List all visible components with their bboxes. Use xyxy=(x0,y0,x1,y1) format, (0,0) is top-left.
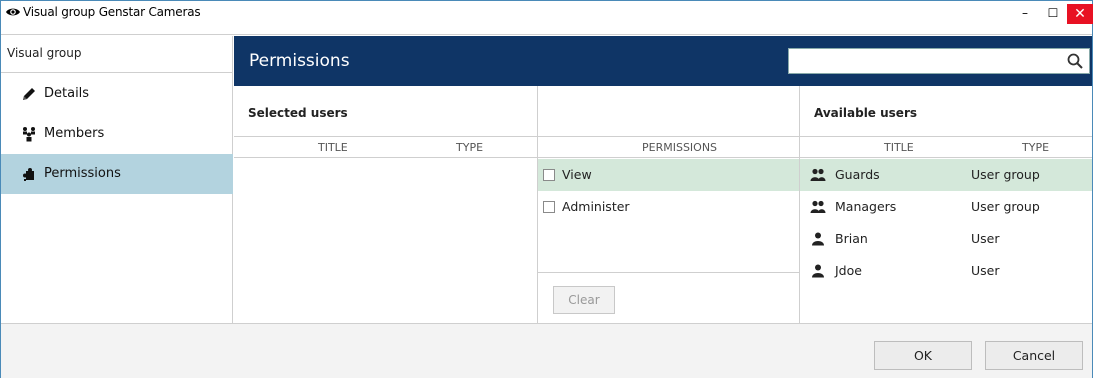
user-type: User group xyxy=(971,199,1040,214)
permissions-column-header: PERMISSIONS xyxy=(538,136,799,158)
user-type: User xyxy=(971,231,1000,246)
window-title: Visual group Genstar Cameras xyxy=(23,5,201,19)
clear-button[interactable]: Clear xyxy=(553,286,615,314)
sidebar-item-members[interactable]: Members xyxy=(1,114,233,154)
column-permissions[interactable]: PERMISSIONS xyxy=(642,141,717,154)
user-name: Managers xyxy=(835,199,897,214)
ok-button[interactable]: OK xyxy=(874,341,972,370)
available-users-title: Available users xyxy=(814,106,918,120)
available-users-panel: Available users TITLE TYPE Guards User g… xyxy=(800,86,1092,323)
column-type[interactable]: TYPE xyxy=(456,141,483,154)
sidebar-item-label: Permissions xyxy=(44,166,121,181)
permissions-footer: Clear xyxy=(538,272,799,323)
user-name: Brian xyxy=(835,231,868,246)
user-row-guards[interactable]: Guards User group xyxy=(800,159,1092,191)
close-button[interactable]: ✕ xyxy=(1067,4,1093,24)
cancel-button[interactable]: Cancel xyxy=(985,341,1083,370)
minimize-button[interactable]: – xyxy=(1013,4,1037,24)
user-icon xyxy=(812,232,824,246)
user-type: User xyxy=(971,263,1000,278)
user-row-managers[interactable]: Managers User group xyxy=(800,191,1092,223)
user-row-brian[interactable]: Brian User xyxy=(800,223,1092,255)
view-checkbox[interactable] xyxy=(543,169,555,181)
dialog-window: Visual group Genstar Cameras – ☐ ✕ Visua… xyxy=(0,0,1093,378)
user-row-jdoe[interactable]: Jdoe User xyxy=(800,255,1092,287)
permission-label: Administer xyxy=(562,199,630,214)
permission-row-view[interactable]: View xyxy=(538,159,799,191)
search-input[interactable] xyxy=(788,48,1090,74)
user-type: User group xyxy=(971,167,1040,182)
user-name: Jdoe xyxy=(835,263,862,278)
permissions-panel: PERMISSIONS View Administer Clear xyxy=(538,86,800,323)
title-bar: Visual group Genstar Cameras – ☐ ✕ xyxy=(1,1,1093,35)
permission-label: View xyxy=(562,167,592,182)
page-header: Permissions xyxy=(234,36,1092,86)
user-group-icon xyxy=(810,168,826,181)
selected-users-column-header: TITLE TYPE xyxy=(234,136,537,158)
dialog-footer: OK Cancel xyxy=(1,323,1092,378)
page-title: Permissions xyxy=(249,51,350,71)
user-icon xyxy=(812,264,824,278)
available-users-column-header: TITLE TYPE xyxy=(800,136,1092,158)
selected-users-panel: Selected users TITLE TYPE xyxy=(234,86,538,323)
sidebar-heading: Visual group xyxy=(1,36,233,73)
selected-users-title: Selected users xyxy=(248,106,348,120)
sidebar-item-label: Members xyxy=(44,126,105,141)
pencil-icon xyxy=(23,88,35,100)
sidebar-item-details[interactable]: Details xyxy=(1,74,233,114)
user-group-icon xyxy=(810,200,826,213)
column-title[interactable]: TITLE xyxy=(884,141,914,154)
eye-icon xyxy=(6,8,20,16)
sidebar-item-permissions[interactable]: Permissions xyxy=(1,154,233,194)
permission-row-administer[interactable]: Administer xyxy=(538,191,799,223)
members-icon xyxy=(23,127,35,142)
sidebar: Visual group Details Members Permissions xyxy=(1,36,233,323)
maximize-button[interactable]: ☐ xyxy=(1041,4,1065,24)
search-icon[interactable] xyxy=(1066,52,1084,70)
administer-checkbox[interactable] xyxy=(543,201,555,213)
column-title[interactable]: TITLE xyxy=(318,141,348,154)
sidebar-item-label: Details xyxy=(44,86,90,101)
column-type[interactable]: TYPE xyxy=(1022,141,1049,154)
user-name: Guards xyxy=(835,167,880,182)
puzzle-icon xyxy=(23,168,34,181)
